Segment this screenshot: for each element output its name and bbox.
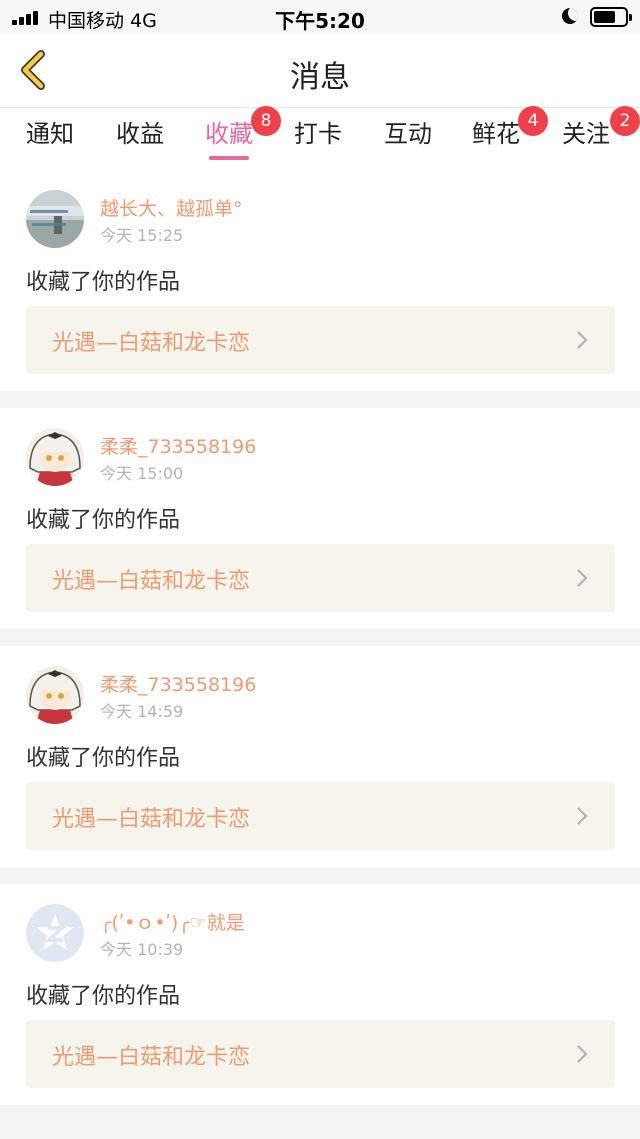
default-qq-avatar-icon[interactable] [26, 904, 84, 962]
work-link[interactable]: 光遇—白菇和龙卡恋 [26, 782, 615, 850]
message-card: 柔柔_733558196 今天 14:59 收藏了你的作品 光遇—白菇和龙卡恋 [0, 646, 640, 867]
tab-interactions[interactable]: 互动 [384, 114, 432, 164]
work-link[interactable]: 光遇—白菇和龙卡恋 [26, 544, 615, 612]
tab-notifications[interactable]: 通知 [26, 114, 74, 164]
moon-icon [562, 8, 578, 24]
tab-label: 鲜花 [472, 120, 520, 148]
tab-label: 通知 [26, 120, 74, 148]
chevron-right-icon [575, 330, 589, 350]
tab-label: 收益 [116, 120, 164, 148]
active-tab-indicator [209, 156, 249, 160]
battery-icon [590, 7, 632, 27]
username[interactable]: 越长大、越孤单° [100, 194, 243, 221]
status-time: 下午5:20 [275, 9, 365, 33]
tab-favorites[interactable]: 收藏 8 [205, 106, 281, 164]
username[interactable]: 柔柔_733558196 [100, 670, 256, 697]
work-title: 光遇—白菇和龙卡恋 [52, 331, 251, 356]
tab-label: 互动 [384, 120, 432, 148]
tab-earnings[interactable]: 收益 [116, 114, 164, 164]
anime-girl-avatar-icon[interactable] [26, 428, 84, 486]
work-link[interactable]: 光遇—白菇和龙卡恋 [26, 306, 615, 374]
anime-girl-avatar-icon[interactable] [26, 666, 84, 724]
tab-follows[interactable]: 关注 2 [562, 106, 640, 164]
username[interactable]: ╭(ʹ•ｏ•ʹ)╭☞就是 [100, 908, 245, 935]
unread-badge: 8 [251, 106, 281, 136]
chevron-right-icon [575, 568, 589, 588]
message-card: 柔柔_733558196 今天 15:00 收藏了你的作品 光遇—白菇和龙卡恋 [0, 408, 640, 629]
tab-label: 关注 [562, 120, 610, 148]
message-list: 越长大、越孤单° 今天 15:25 收藏了你的作品 光遇—白菇和龙卡恋 柔柔_7… [0, 170, 640, 1122]
navigation-bar: 消息 [0, 34, 640, 108]
unread-badge: 4 [518, 106, 548, 136]
tab-label: 打卡 [294, 120, 342, 148]
timestamp: 今天 15:00 [100, 464, 184, 483]
chevron-left-icon [21, 50, 45, 90]
chevron-right-icon [575, 806, 589, 826]
timestamp: 今天 10:39 [100, 940, 184, 959]
action-text: 收藏了你的作品 [26, 508, 181, 533]
action-text: 收藏了你的作品 [26, 984, 181, 1009]
timestamp: 今天 14:59 [100, 702, 184, 721]
action-text: 收藏了你的作品 [26, 270, 181, 295]
username[interactable]: 柔柔_733558196 [100, 432, 256, 459]
chevron-right-icon [575, 1044, 589, 1064]
status-bar: 中国移动 4G 下午5:20 [0, 0, 640, 34]
work-title: 光遇—白菇和龙卡恋 [52, 1045, 251, 1070]
action-text: 收藏了你的作品 [26, 746, 181, 771]
tab-checkin[interactable]: 打卡 [294, 114, 342, 164]
tab-flowers[interactable]: 鲜花 4 [472, 106, 548, 164]
timestamp: 今天 15:25 [100, 226, 184, 245]
page-title: 消息 [290, 60, 350, 95]
unread-badge: 2 [610, 106, 640, 136]
tab-bar: 通知 收益 收藏 8 打卡 互动 鲜花 4 关注 2 [0, 106, 640, 170]
work-link[interactable]: 光遇—白菇和龙卡恋 [26, 1020, 615, 1088]
photo-avatar-icon[interactable] [26, 190, 84, 248]
message-card: ╭(ʹ•ｏ•ʹ)╭☞就是 今天 10:39 收藏了你的作品 光遇—白菇和龙卡恋 [0, 884, 640, 1105]
tab-label: 收藏 [205, 120, 253, 148]
message-card: 越长大、越孤单° 今天 15:25 收藏了你的作品 光遇—白菇和龙卡恋 [0, 170, 640, 391]
work-title: 光遇—白菇和龙卡恋 [52, 807, 251, 832]
work-title: 光遇—白菇和龙卡恋 [52, 569, 251, 594]
back-button[interactable] [14, 48, 54, 92]
